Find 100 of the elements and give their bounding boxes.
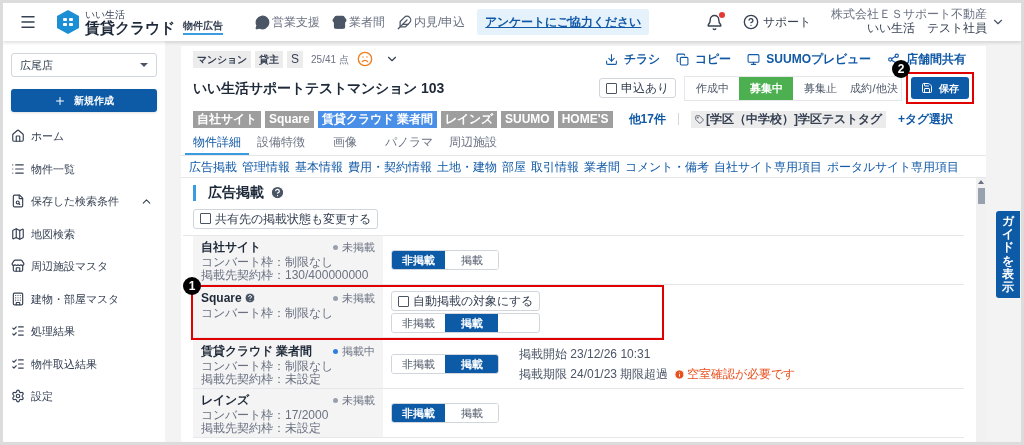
plus-icon (54, 94, 66, 107)
tag-icon (694, 114, 704, 124)
guide-tab[interactable]: ガイドを表示 (996, 211, 1020, 299)
checkbox[interactable] (606, 82, 617, 94)
toggle-option[interactable]: 掲載 (445, 314, 498, 332)
score-text: 25/41 点 (311, 52, 349, 67)
action-link[interactable]: チラシ (605, 50, 661, 68)
new-button[interactable]: 新規作成 (11, 89, 157, 112)
help-icon[interactable] (243, 292, 256, 304)
section-link[interactable]: 部屋 (502, 157, 526, 176)
save-button[interactable]: 保存 (911, 77, 969, 99)
action-link[interactable]: SUUMOプレビュー (747, 50, 871, 68)
home-icon (11, 129, 25, 144)
quota-text: 掲載先契約枠：未設定 (201, 373, 322, 386)
sidebar-item[interactable]: 地図検索 (11, 217, 157, 250)
toggle-option[interactable]: 非掲載 (392, 404, 445, 422)
checkbox[interactable] (398, 295, 409, 307)
user-name: いい生活 テスト社員 (867, 21, 987, 36)
section-link[interactable]: ポータルサイト専用項目 (827, 157, 959, 176)
building-icon (11, 291, 25, 306)
tab[interactable]: 設備特徴 (249, 130, 313, 155)
map-icon (11, 226, 25, 241)
portal-tag: SUUMO (501, 110, 554, 128)
action-link[interactable]: コピー (676, 50, 732, 68)
app-name: 賃貸クラウド (85, 19, 175, 35)
section-link[interactable]: 基本情報 (295, 157, 343, 176)
section-link[interactable]: 自社サイト専用項目 (714, 157, 822, 176)
sidebar-item[interactable]: 周辺施設マスタ (11, 250, 157, 283)
tab[interactable]: 物件詳細 (185, 130, 249, 155)
quota-text: コンバート枠：制限なし (201, 360, 334, 373)
section-link[interactable]: 取引情報 (531, 157, 579, 176)
quota-text: 掲載先契約枠：130/400000000 (201, 269, 370, 282)
checkbox[interactable] (200, 213, 211, 224)
site-name: Square (201, 290, 242, 307)
auto-publish-checkbox[interactable]: 自動掲載の対象にする (391, 291, 540, 311)
site-name: 賃貸クラウド 業者間 (201, 343, 313, 360)
module-tab[interactable]: 物件広告 (183, 17, 223, 35)
nav-link[interactable]: 営業支援 (255, 13, 320, 31)
portal-tag: レインズ (441, 110, 498, 128)
portal-tag: 賃貸クラウド 業者間 (317, 110, 438, 128)
property-badge: マンション (193, 50, 251, 68)
section-link[interactable]: 管理情報 (242, 157, 290, 176)
section-title: 広告掲載 (208, 183, 264, 202)
checklist-icon (11, 324, 25, 339)
section-link[interactable]: 広告掲載 (189, 157, 237, 176)
sidebar-item[interactable]: 物件取込結果 (11, 347, 157, 380)
store-icon (11, 259, 25, 274)
quota-text: コンバート枠：制限なし (201, 307, 334, 320)
section-link[interactable]: コメント・備考 (625, 157, 709, 176)
portal-tag: HOME'S (557, 110, 613, 128)
publish-status: 掲載中 (342, 343, 375, 359)
site-name: 自社サイト (201, 239, 261, 256)
site-name: レインズ (201, 392, 249, 409)
brand-caption: いい生活 (85, 9, 126, 20)
portal-tag: 自社サイト (193, 110, 261, 128)
menu-icon[interactable] (19, 13, 37, 31)
monitor-icon (747, 52, 761, 66)
survey-link[interactable]: アンケートにご協力ください (477, 9, 650, 35)
publish-status: 未掲載 (342, 290, 375, 306)
application-checkbox[interactable]: 申込あり (599, 78, 676, 98)
publish-deadline: 掲載期限 24/01/23 期限超過 (519, 366, 669, 383)
tag-select-link[interactable]: +タグ選択 (897, 110, 953, 128)
tab[interactable]: パノラマ (377, 130, 441, 155)
quota-text: コンバート枠：17/2000 (201, 409, 330, 422)
section-link[interactable]: 業者間 (584, 157, 620, 176)
store-select[interactable]: 広尾店 (11, 53, 157, 77)
tab[interactable]: 画像 (313, 130, 377, 155)
sidebar-item[interactable]: 設定 (11, 380, 157, 413)
sidebar-item[interactable]: 建物・部屋マスタ (11, 282, 157, 315)
step-marker: 1 (183, 277, 201, 295)
sidebar-item[interactable]: 物件一覧 (11, 152, 157, 185)
toggle-option[interactable]: 掲載 (445, 355, 498, 373)
portal-tag: Square (265, 110, 314, 128)
sidebar-item[interactable]: ホーム (11, 120, 157, 153)
warning-text: 空室確認が必要です (687, 366, 796, 383)
nav-link[interactable]: 業者間 (332, 13, 385, 31)
tag-chip: [学区（中学校）]学区テストタグ (690, 110, 886, 128)
tab[interactable]: 周辺施設 (441, 130, 505, 155)
warning-icon (674, 368, 686, 380)
support-link[interactable]: サポート (743, 13, 811, 31)
toggle-option[interactable]: 非掲載 (392, 251, 445, 269)
copy-icon (676, 52, 690, 66)
more-link[interactable]: 他17件 (628, 110, 666, 128)
publish-status: 未掲載 (342, 239, 375, 255)
speech-bubble-icon (255, 14, 270, 30)
scrollbar[interactable] (976, 178, 986, 442)
section-link[interactable]: 土地・建物 (437, 157, 497, 176)
share-checkbox[interactable]: 共有先の掲載状態も変更する (193, 208, 378, 229)
help-icon[interactable] (270, 185, 285, 200)
notification-button[interactable] (706, 13, 723, 31)
document-search-icon (11, 194, 25, 209)
quota-text: コンバート枠：制限なし (201, 256, 334, 269)
section-link[interactable]: 費用・契約情報 (348, 157, 432, 176)
sidebar-item[interactable]: 処理結果 (11, 315, 157, 348)
sad-face-icon (356, 51, 373, 67)
sidebar-item[interactable]: 保存した検索条件 (11, 185, 157, 218)
quota-text: 掲載先契約枠：未設定 (201, 422, 322, 435)
nav-link[interactable]: 内見/申込 (397, 13, 466, 31)
publish-status: 未掲載 (342, 392, 375, 408)
list-icon (11, 161, 25, 176)
